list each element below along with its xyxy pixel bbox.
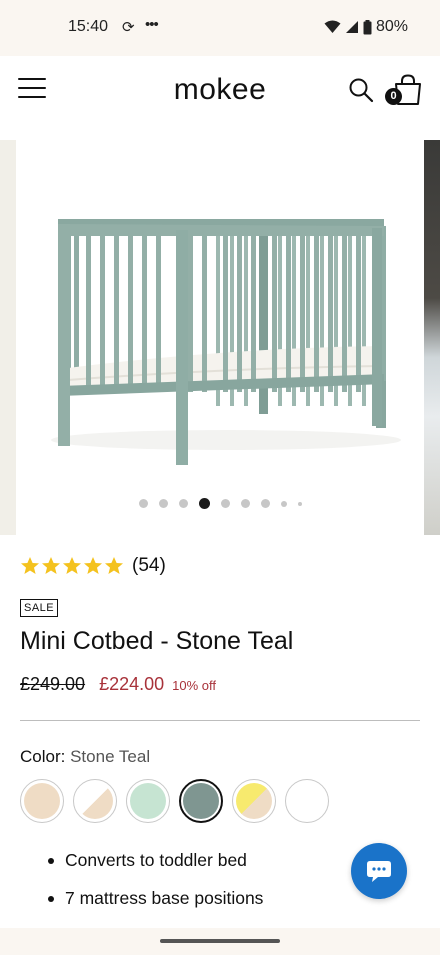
review-count[interactable]: (54) (132, 555, 166, 577)
battery-icon (363, 19, 372, 35)
star-icon (84, 557, 102, 574)
signal-icon (345, 20, 359, 34)
slide-dot[interactable] (297, 501, 302, 506)
slide-dot[interactable] (138, 499, 148, 508)
sale-badge: SALE (20, 599, 59, 617)
site-logo[interactable]: mokee (0, 73, 440, 107)
site-header: mokee 0 (0, 56, 440, 140)
feature-item: Converts to toddler bed (48, 850, 263, 871)
swatch-fill (130, 783, 166, 819)
status-time: 15:40 (68, 18, 109, 35)
swatch-white[interactable] (285, 779, 329, 823)
star-icon (42, 557, 60, 574)
next-slide-preview[interactable] (424, 140, 440, 535)
swatch-fill (77, 783, 113, 819)
wifi-icon (324, 20, 341, 34)
product-image[interactable] (16, 140, 424, 535)
swatch-yellow-beige[interactable] (232, 779, 276, 823)
swatch-beige[interactable] (20, 779, 64, 823)
system-nav-bar (0, 928, 440, 955)
battery-percent: 80% (375, 18, 408, 35)
star-icon (63, 557, 81, 574)
swatch-fill (183, 783, 219, 819)
more-icon: ••• (145, 16, 159, 33)
slide-dot[interactable] (280, 500, 287, 507)
cotbed-illustration (51, 219, 401, 465)
previous-slide-preview[interactable] (0, 140, 16, 535)
divider (20, 720, 420, 721)
feature-list: Converts to toddler bed 7 mattress base … (48, 850, 263, 926)
slide-dot-active[interactable] (198, 498, 210, 509)
slide-dot[interactable] (220, 499, 230, 508)
original-price: £249.00 (20, 674, 86, 694)
discount-label: 10% off (172, 678, 217, 693)
feature-item: 7 mattress base positions (48, 888, 263, 909)
color-label: Color: (20, 747, 66, 766)
slide-dot[interactable] (260, 499, 270, 508)
price-row: £249.00 £224.00 10% off (20, 674, 216, 695)
swatch-stone-teal[interactable] (179, 779, 223, 823)
color-swatches (20, 779, 329, 823)
star-icon (105, 557, 123, 574)
swatch-white-beige[interactable] (73, 779, 117, 823)
product-title: Mini Cotbed - Stone Teal (20, 627, 294, 655)
slide-dot[interactable] (240, 499, 250, 508)
swatch-fill (289, 783, 325, 819)
cart-button[interactable]: 0 (385, 74, 423, 106)
swatch-fill (24, 783, 60, 819)
product-gallery[interactable] (0, 140, 440, 535)
chat-bubble-icon (367, 861, 391, 882)
sale-price: £224.00 (99, 674, 165, 694)
slide-dot[interactable] (178, 499, 188, 508)
sync-icon: ⟳ (122, 19, 135, 36)
swatch-fill (236, 783, 272, 819)
swatch-sage-green[interactable] (126, 779, 170, 823)
home-indicator[interactable] (160, 939, 280, 943)
star-icon (21, 557, 39, 574)
product-rating[interactable]: (54) (20, 555, 166, 577)
selected-color-name: Stone Teal (70, 747, 151, 766)
status-bar: 15:40 ⟳ ••• 80% (0, 0, 440, 56)
chat-button[interactable] (351, 843, 407, 899)
product-info: (54) SALE Mini Cotbed - Stone Teal £249.… (0, 535, 440, 930)
search-icon (349, 78, 374, 103)
search-button[interactable] (348, 77, 374, 103)
slide-indicator (0, 498, 440, 509)
color-selector-label: Color: Stone Teal (20, 747, 150, 767)
slide-dot[interactable] (158, 499, 168, 508)
rating-stars (20, 556, 124, 576)
cart-count-badge: 0 (385, 88, 402, 105)
status-indicators: 80% (324, 18, 408, 36)
